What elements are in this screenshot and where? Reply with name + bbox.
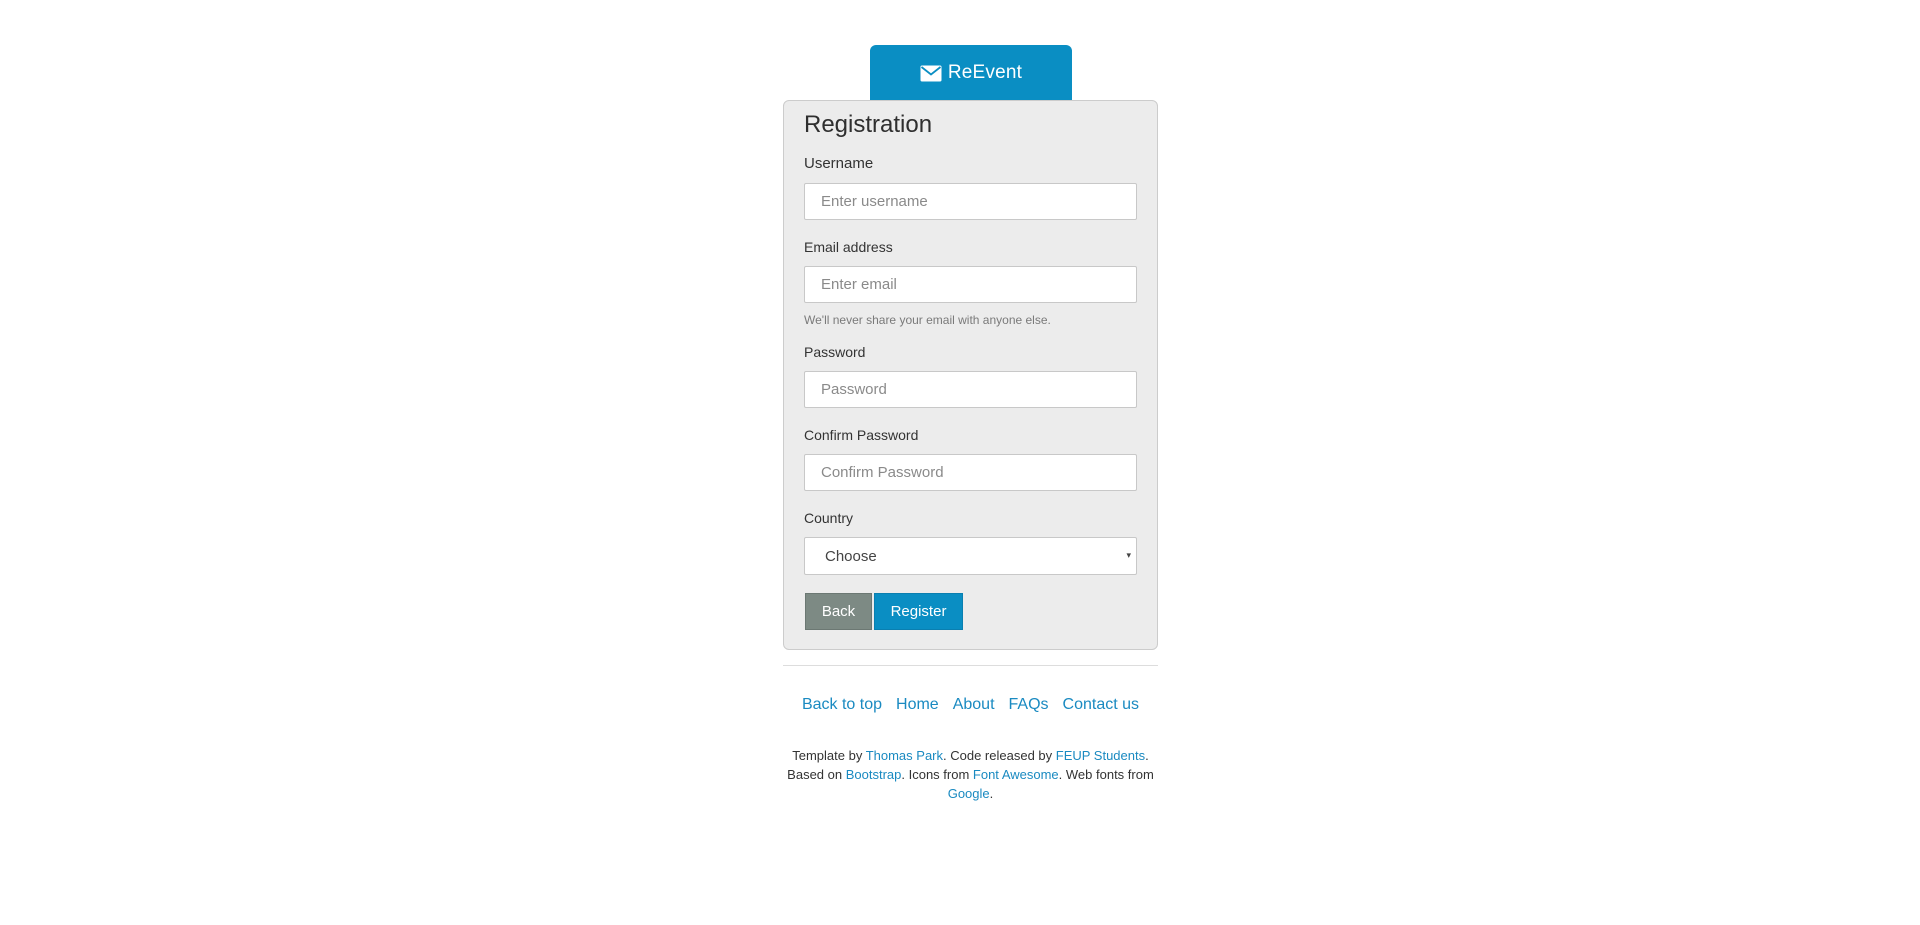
footer-nav: Back to top Home About FAQs Contact us <box>783 696 1158 714</box>
country-label: Country <box>804 510 854 526</box>
email-label: Email address <box>804 239 893 255</box>
caret-down-icon: ▾ <box>1126 550 1131 560</box>
back-button[interactable]: Back <box>805 593 872 630</box>
brand-tab[interactable]: ReEvent <box>870 45 1072 101</box>
credits-link-thomas-park[interactable]: Thomas Park <box>866 748 943 763</box>
footer-link-faqs[interactable]: FAQs <box>1009 696 1049 714</box>
brand-name: ReEvent <box>947 62 1023 83</box>
credits-text-period: . <box>989 786 994 801</box>
credits-text-code-released: . Code released by <box>943 748 1056 763</box>
footer-divider <box>783 665 1158 666</box>
page-title: Registration <box>804 111 933 138</box>
password-label: Password <box>804 344 866 360</box>
credits-link-feup-students[interactable]: FEUP Students <box>1056 748 1145 763</box>
footer-link-back-to-top[interactable]: Back to top <box>802 696 882 714</box>
country-select[interactable]: Choose ▾ <box>804 537 1137 575</box>
credits-link-font-awesome[interactable]: Font Awesome <box>973 767 1059 782</box>
footer-link-contact[interactable]: Contact us <box>1063 696 1139 714</box>
registration-card: Registration Username Email address We'l… <box>783 100 1158 650</box>
credits-text-icons-from: . Icons from <box>901 767 973 782</box>
username-input[interactable] <box>804 183 1137 220</box>
credits-text-web-fonts: . Web fonts from <box>1058 767 1154 782</box>
envelope-icon <box>920 65 942 82</box>
footer-link-about[interactable]: About <box>953 696 995 714</box>
credits-link-bootstrap[interactable]: Bootstrap <box>846 767 902 782</box>
footer-link-home[interactable]: Home <box>896 696 939 714</box>
username-label: Username <box>804 155 874 172</box>
confirm-password-label: Confirm Password <box>804 427 919 443</box>
credits-text-template-by: Template by <box>792 748 866 763</box>
page: ReEvent Registration Username Email addr… <box>0 0 1920 925</box>
credits-link-google[interactable]: Google <box>948 786 990 801</box>
confirm-password-input[interactable] <box>804 454 1137 491</box>
email-input[interactable] <box>804 266 1137 303</box>
email-helper-text: We'll never share your email with anyone… <box>804 313 1051 327</box>
footer-credits: Template by Thomas Park. Code released b… <box>783 746 1158 803</box>
password-input[interactable] <box>804 371 1137 408</box>
register-button[interactable]: Register <box>874 593 963 630</box>
country-select-value: Choose <box>825 547 877 565</box>
